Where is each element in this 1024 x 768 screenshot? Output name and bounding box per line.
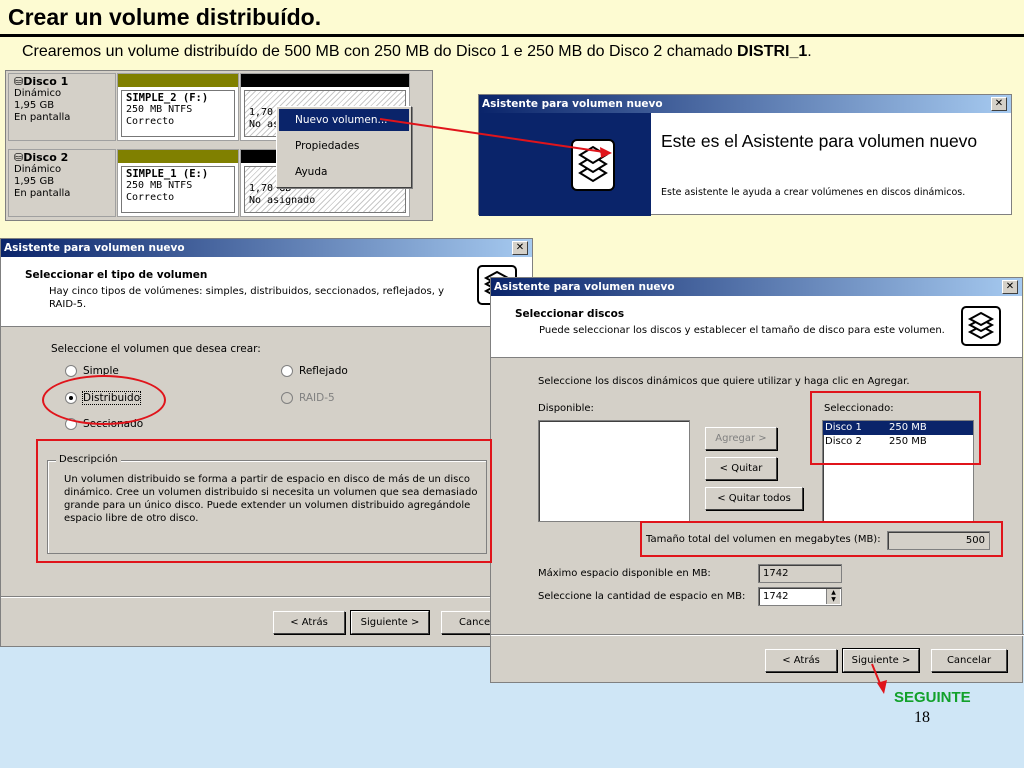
seguinte-link[interactable]: SEGUINTE [894,689,971,706]
arrow-to-welcome-icon [379,118,605,153]
arrowhead-icon [600,147,612,158]
annotation-arrows [379,118,887,694]
page-number: 18 [914,709,930,726]
